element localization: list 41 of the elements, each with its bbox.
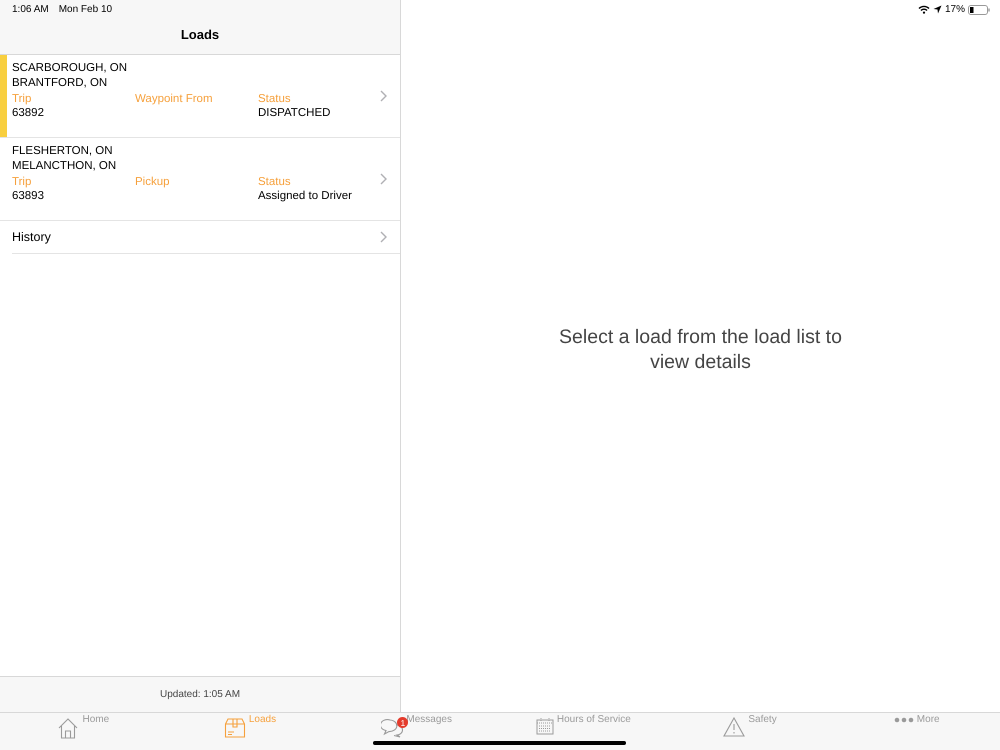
trip-label: Trip xyxy=(12,175,32,189)
chevron-icon xyxy=(380,231,387,243)
wifi-icon xyxy=(918,5,930,14)
load-status: Assigned to Driver xyxy=(258,189,353,203)
status-label: Status xyxy=(258,92,292,106)
more-dots-icon xyxy=(894,717,914,723)
updated-time: Updated: 1:05 AM xyxy=(160,689,240,700)
trip-number: 63892 xyxy=(12,106,45,120)
tab-bar-item[interactable]: Hours of Service xyxy=(500,713,667,750)
chevron-icon xyxy=(380,173,387,185)
load-list-item[interactable]: FLESHERTON, ON MELANCTHON, ON Trip Pickup Status 63893 Assigned to Driver xyxy=(0,138,400,221)
status-label: Status xyxy=(258,175,292,189)
battery-icon xyxy=(968,4,990,14)
empty-detail-message: Select a load from the load list to view details xyxy=(558,325,843,375)
trip-label: Trip xyxy=(12,92,32,106)
calendar-icon xyxy=(536,717,554,735)
unread-count: 1 xyxy=(397,717,408,728)
tab-bar-item[interactable]: Home xyxy=(0,713,167,750)
destination-city: BRANTFORD, ON xyxy=(12,76,108,91)
chat-bubbles-icon xyxy=(381,717,404,739)
house-icon xyxy=(57,717,80,739)
history-item[interactable]: History xyxy=(12,221,400,254)
stop-type-label: Waypoint From xyxy=(135,92,214,106)
box-icon xyxy=(224,717,246,739)
tab-bar-item[interactable]: Loads xyxy=(166,713,334,750)
stop-type-label: Pickup xyxy=(135,175,171,189)
load-list-item[interactable]: SCARBOROUGH, ON BRANTFORD, ON Trip Waypoint From Status 63892 DISPATCHED xyxy=(0,55,400,138)
battery-percent: 17% xyxy=(944,4,965,15)
nav-title: Loads xyxy=(180,27,220,42)
origin-city: SCARBOROUGH, ON xyxy=(12,61,128,76)
trip-number: 63893 xyxy=(12,189,45,203)
tab-bar-item[interactable]: Safety xyxy=(666,713,834,750)
chevron-icon xyxy=(380,90,387,102)
origin-city: FLESHERTON, ON xyxy=(12,144,114,159)
status-date: Mon Feb 10 xyxy=(58,4,112,17)
load-status: DISPATCHED xyxy=(258,106,332,120)
destination-city: MELANCTHON, ON xyxy=(12,159,118,174)
location-arrow-icon xyxy=(932,5,942,14)
status-time: 1:06 AM xyxy=(12,4,49,17)
tab-bar-item[interactable]: More xyxy=(833,713,1000,750)
warning-icon xyxy=(723,717,746,737)
